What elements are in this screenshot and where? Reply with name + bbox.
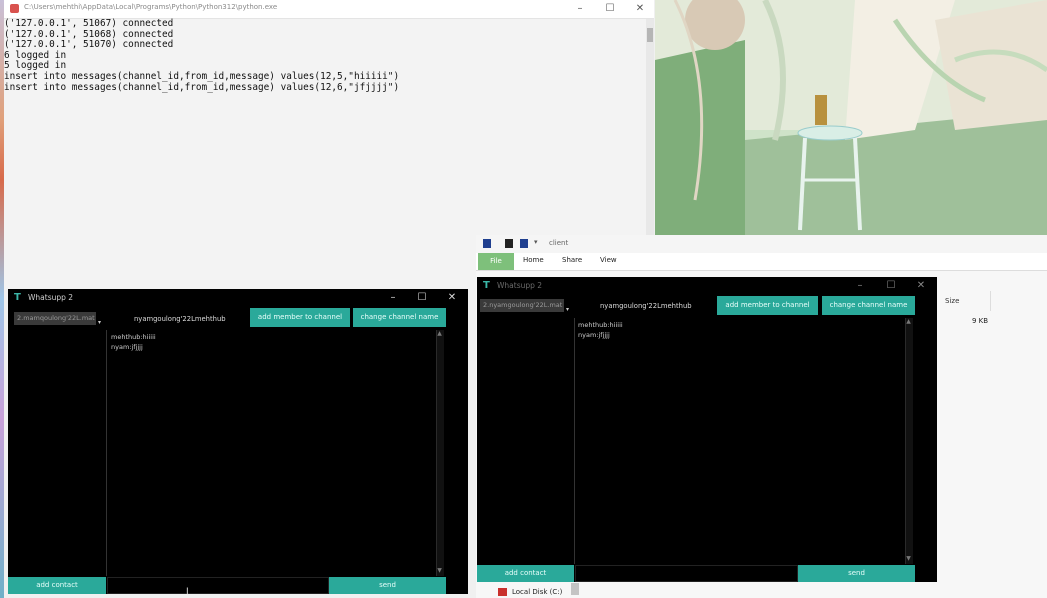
desktop-wallpaper — [655, 0, 1047, 235]
minimize-button[interactable]: – — [847, 279, 873, 293]
change-channel-name-button[interactable]: change channel name — [822, 296, 915, 315]
chevron-down-icon[interactable]: ▾ — [98, 319, 101, 326]
app-logo-icon: T — [483, 280, 490, 291]
chat-window-left: T Whatsupp 2 – ☐ ✕ 2.mamqoulong'22L.mat … — [8, 289, 468, 594]
tab-view[interactable]: View — [600, 256, 617, 264]
add-member-button[interactable]: add member to channel — [250, 308, 350, 327]
console-titlebar[interactable]: C:\Users\mehthi\AppData\Local\Programs\P… — [4, 0, 654, 19]
minimize-button[interactable]: – — [380, 291, 406, 305]
chat-window-right: T Whatsupp 2 – ☐ ✕ 2.nyamgoulong'22L.mat… — [477, 277, 937, 582]
close-button[interactable]: ✕ — [439, 291, 465, 305]
python-icon — [10, 4, 19, 13]
message-area: mehthub:hiiiii nyam:jfjjjj — [575, 318, 905, 564]
message-item: mehthub:hiiiii — [578, 321, 623, 329]
maximize-button[interactable]: ☐ — [409, 291, 435, 305]
text-cursor-icon: I — [186, 587, 189, 597]
message-input[interactable] — [575, 565, 798, 582]
document-icon[interactable] — [505, 239, 513, 248]
chat-titlebar[interactable]: T Whatsupp 2 – ☐ ✕ — [477, 277, 937, 295]
drive-icon — [498, 588, 507, 596]
add-contact-button[interactable]: add contact — [8, 577, 106, 594]
tab-share[interactable]: Share — [562, 256, 582, 264]
channel-name: nyamgoulong'22Lmehthub — [600, 302, 692, 310]
message-input[interactable] — [107, 577, 329, 594]
user-select[interactable]: 2.mamqoulong'22L.mat — [14, 312, 96, 325]
channel-name: nyamgoulong'22Lmehthub — [134, 315, 226, 323]
ribbon-tabs: File Home Share View — [476, 253, 1047, 271]
console-output: ('127.0.0.1', 51067) connected ('127.0.0… — [4, 18, 400, 93]
contact-list[interactable] — [8, 330, 107, 576]
chat-title: Whatsupp 2 — [28, 293, 74, 302]
message-item: mehthub:hiiiii — [111, 333, 156, 341]
add-contact-button[interactable]: add contact — [477, 565, 574, 582]
console-title: C:\Users\mehthi\AppData\Local\Programs\P… — [24, 3, 278, 11]
close-button[interactable]: ✕ — [908, 279, 934, 293]
wallpaper-image — [655, 0, 1047, 235]
scroll-down-icon[interactable]: ▼ — [905, 555, 912, 562]
message-area: mehthub:hiiiii nyam:jfjjjj — [107, 330, 445, 576]
tab-file[interactable]: File — [478, 253, 514, 270]
add-member-button[interactable]: add member to channel — [717, 296, 818, 315]
minimize-button[interactable]: – — [566, 2, 594, 16]
chat-titlebar[interactable]: T Whatsupp 2 – ☐ ✕ — [8, 289, 468, 307]
console-scroll-thumb[interactable] — [647, 28, 653, 42]
chat-title: Whatsupp 2 — [497, 281, 543, 290]
explorer-title: client — [549, 239, 569, 247]
app-logo-icon: T — [14, 292, 21, 303]
quick-access-save-icon[interactable] — [483, 239, 491, 248]
folder-icon[interactable] — [520, 239, 528, 248]
change-channel-name-button[interactable]: change channel name — [353, 308, 446, 327]
column-size-header[interactable]: Size — [937, 291, 991, 311]
scroll-up-icon[interactable]: ▲ — [905, 318, 912, 325]
tab-home[interactable]: Home — [523, 256, 544, 264]
explorer-titlebar[interactable]: ▾ client — [476, 235, 1047, 253]
maximize-button[interactable]: ☐ — [878, 279, 904, 293]
scroll-down-icon[interactable]: ▼ — [436, 567, 443, 574]
maximize-button[interactable]: ☐ — [596, 2, 624, 16]
explorer-scrollbar[interactable] — [571, 583, 579, 595]
user-select[interactable]: 2.nyamgoulong'22L.mat — [480, 299, 564, 312]
message-scrollbar[interactable] — [905, 318, 913, 564]
message-item: nyam:jfjjjj — [578, 331, 610, 339]
chevron-down-icon[interactable]: ▾ — [566, 306, 569, 313]
send-button[interactable]: send — [798, 565, 915, 582]
message-scrollbar[interactable] — [436, 330, 444, 576]
file-size: 9 KB — [972, 317, 989, 325]
chevron-down-icon[interactable]: ▾ — [534, 238, 538, 246]
send-button[interactable]: send — [329, 577, 446, 594]
close-button[interactable]: ✕ — [626, 2, 654, 16]
nav-item-local-disk[interactable]: Local Disk (C:) — [512, 588, 562, 596]
contact-list[interactable] — [477, 318, 575, 564]
scroll-up-icon[interactable]: ▲ — [436, 330, 443, 337]
message-item: nyam:jfjjjj — [111, 343, 143, 351]
